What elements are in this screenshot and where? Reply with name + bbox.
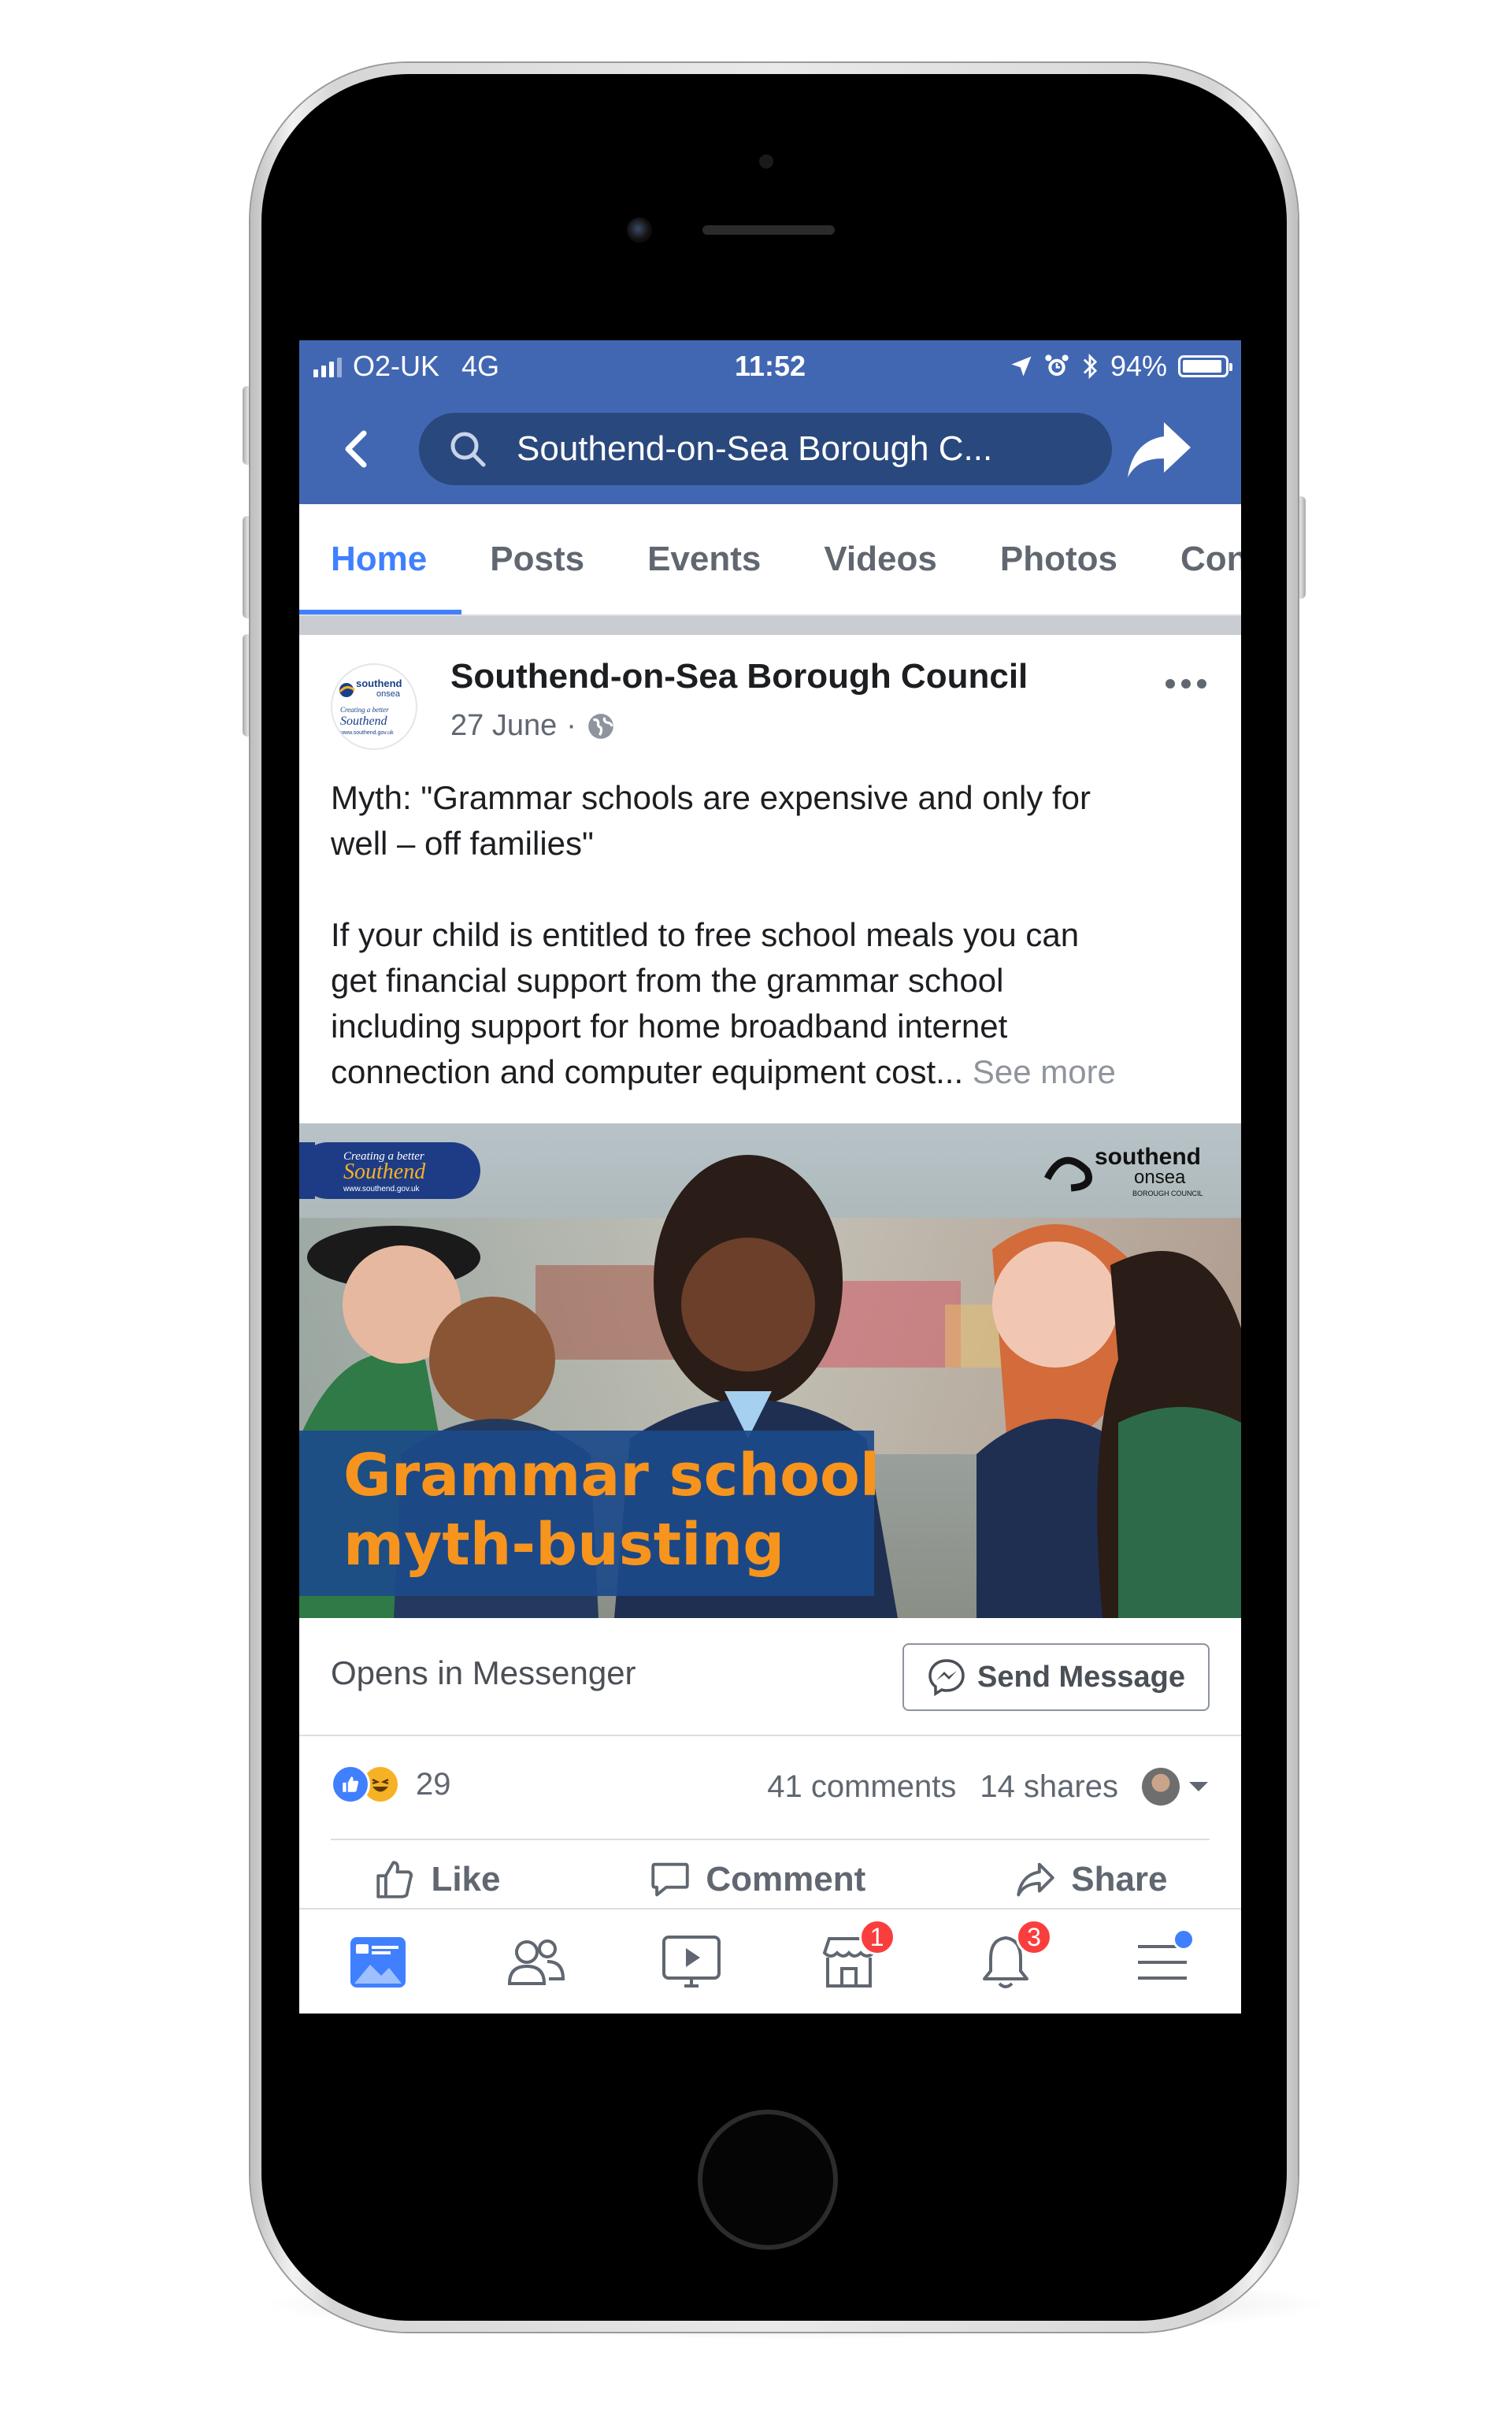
viewer-avatar-icon xyxy=(1142,1768,1180,1806)
post-image[interactable]: Creating a better Southend www.southend.… xyxy=(299,1123,1241,1618)
watch-icon xyxy=(662,1936,721,1988)
reactions-summary[interactable]: 29 xyxy=(331,1765,451,1804)
front-camera xyxy=(627,217,652,243)
image-badge-line3: www.southend.gov.uk xyxy=(343,1185,421,1193)
tab-menu[interactable] xyxy=(1127,1927,1198,1998)
battery-fill xyxy=(1183,360,1221,373)
like-label: Like xyxy=(431,1860,501,1899)
image-logo-line3: BOROUGH COUNCIL xyxy=(1132,1190,1203,1197)
tab-news-feed[interactable] xyxy=(343,1927,413,1998)
tab-home[interactable]: Home xyxy=(331,540,427,579)
image-badge-line2: Southend xyxy=(343,1160,426,1184)
tab-notifications[interactable]: 3 xyxy=(970,1919,1052,1998)
tab-videos[interactable]: Videos xyxy=(824,540,936,579)
tab-photos[interactable]: Photos xyxy=(1000,540,1117,579)
earpiece-speaker xyxy=(702,225,835,235)
thumbs-up-icon xyxy=(376,1861,413,1899)
globe-icon xyxy=(588,713,613,739)
marketplace-badge: 1 xyxy=(858,1919,895,1955)
battery-percent: 94% xyxy=(1110,350,1167,382)
cta-row: Opens in Messenger Send Message xyxy=(299,1618,1241,1736)
see-more-link[interactable]: See more xyxy=(973,1053,1116,1090)
tab-watch[interactable] xyxy=(656,1927,727,1998)
active-tab-indicator xyxy=(299,610,461,614)
image-headline-line1: Grammar school xyxy=(343,1442,880,1509)
post-meta: 27 June · xyxy=(450,709,616,743)
share-arrow-icon[interactable] xyxy=(1125,418,1194,481)
tab-events[interactable]: Events xyxy=(647,540,761,579)
share-button[interactable]: Share xyxy=(1013,1857,1168,1902)
search-text: Southend-on-Sea Borough C... xyxy=(517,429,993,468)
council-logo: southend onsea Creating a better Southen… xyxy=(339,677,402,736)
post-text-line: Myth: "Grammar schools are expensive and… xyxy=(331,779,1091,816)
like-button[interactable]: Like xyxy=(372,1857,501,1902)
alarm-icon xyxy=(1045,354,1069,376)
bluetooth-icon xyxy=(1083,353,1098,380)
nav-bar: Southend-on-Sea Borough C... xyxy=(299,394,1241,504)
comment-icon xyxy=(651,1862,690,1897)
proximity-sensor xyxy=(759,154,773,169)
send-message-label: Send Message xyxy=(977,1660,1185,1694)
tab-posts[interactable]: Posts xyxy=(490,540,584,579)
engagement-stats: 29 41 comments 14 shares xyxy=(299,1736,1241,1839)
viewer-selector[interactable] xyxy=(1142,1768,1210,1806)
avatar-tagline-big: Southend xyxy=(340,714,388,728)
comments-count[interactable]: 41 comments xyxy=(767,1769,956,1805)
news-feed-icon xyxy=(350,1937,406,1988)
post-text-line: If your child is entitled to free school… xyxy=(331,916,1080,953)
post-text-line: including support for home broadband int… xyxy=(331,1008,1008,1045)
status-right: 94% xyxy=(1010,350,1232,383)
phone-screen: O2-UK 4G 11:52 94% Southend-on-Sea Borou… xyxy=(299,340,1241,2014)
menu-dot-badge xyxy=(1173,1928,1195,1950)
share-icon xyxy=(1017,1862,1054,1897)
tab-marketplace[interactable]: 1 xyxy=(813,1919,895,1998)
page-tab-bar: Home Posts Events Videos Photos Con xyxy=(299,504,1241,616)
post-text-line: get financial support from the grammar s… xyxy=(331,962,1004,999)
post-text-line: connection and computer equipment cost..… xyxy=(331,1053,964,1090)
post-text-line: well – off families" xyxy=(331,825,594,862)
send-message-button[interactable]: Send Message xyxy=(902,1643,1210,1711)
post-date[interactable]: 27 June xyxy=(450,709,557,743)
avatar-tagline-small: Creating a better xyxy=(340,706,389,714)
comment-label: Comment xyxy=(706,1860,866,1899)
share-label: Share xyxy=(1071,1860,1168,1899)
post-body: Myth: "Grammar schools are expensive and… xyxy=(331,775,1213,1095)
cta-description: Opens in Messenger xyxy=(331,1654,636,1691)
image-headline-line2: myth-busting xyxy=(343,1511,784,1579)
search-input[interactable]: Southend-on-Sea Borough C... xyxy=(419,413,1112,485)
comment-button[interactable]: Comment xyxy=(647,1857,865,1902)
page-avatar[interactable]: southend onsea Creating a better Southen… xyxy=(331,663,417,750)
more-icon[interactable] xyxy=(1162,676,1210,692)
messenger-icon xyxy=(928,1659,965,1697)
page-name[interactable]: Southend-on-Sea Borough Council xyxy=(450,657,1028,696)
stats-right: 41 comments 14 shares xyxy=(767,1768,1210,1806)
post-header: southend onsea Creating a better Southen… xyxy=(299,635,1241,792)
section-divider xyxy=(299,616,1241,635)
like-reaction-icon xyxy=(331,1765,370,1804)
location-icon xyxy=(1011,356,1032,377)
tab-friends[interactable] xyxy=(499,1927,570,1998)
meta-separator: · xyxy=(566,709,576,742)
shares-count[interactable]: 14 shares xyxy=(980,1769,1118,1805)
search-icon xyxy=(450,432,486,467)
avatar-brand-1: southend xyxy=(356,677,402,689)
avatar-brand-2: onsea xyxy=(376,689,401,699)
post-actions: Like Comment Share xyxy=(299,1840,1241,1919)
chevron-down-icon xyxy=(1189,1782,1208,1791)
reaction-count: 29 xyxy=(416,1766,451,1802)
bottom-tab-bar: 1 3 xyxy=(299,1908,1241,2014)
back-icon[interactable] xyxy=(334,425,381,473)
image-logo-line2: onsea xyxy=(1134,1167,1186,1188)
post-photo: Creating a better Southend www.southend.… xyxy=(299,1123,1241,1618)
battery-icon xyxy=(1178,355,1232,377)
notifications-badge: 3 xyxy=(1015,1919,1052,1955)
avatar-url: www.southend.gov.uk xyxy=(339,730,394,736)
page-tabs: Home Posts Events Videos Photos Con xyxy=(331,504,1241,614)
status-bar: O2-UK 4G 11:52 94% xyxy=(299,340,1241,394)
tab-community[interactable]: Con xyxy=(1180,540,1241,579)
home-button[interactable] xyxy=(698,2110,838,2250)
friends-icon xyxy=(507,1939,565,1985)
